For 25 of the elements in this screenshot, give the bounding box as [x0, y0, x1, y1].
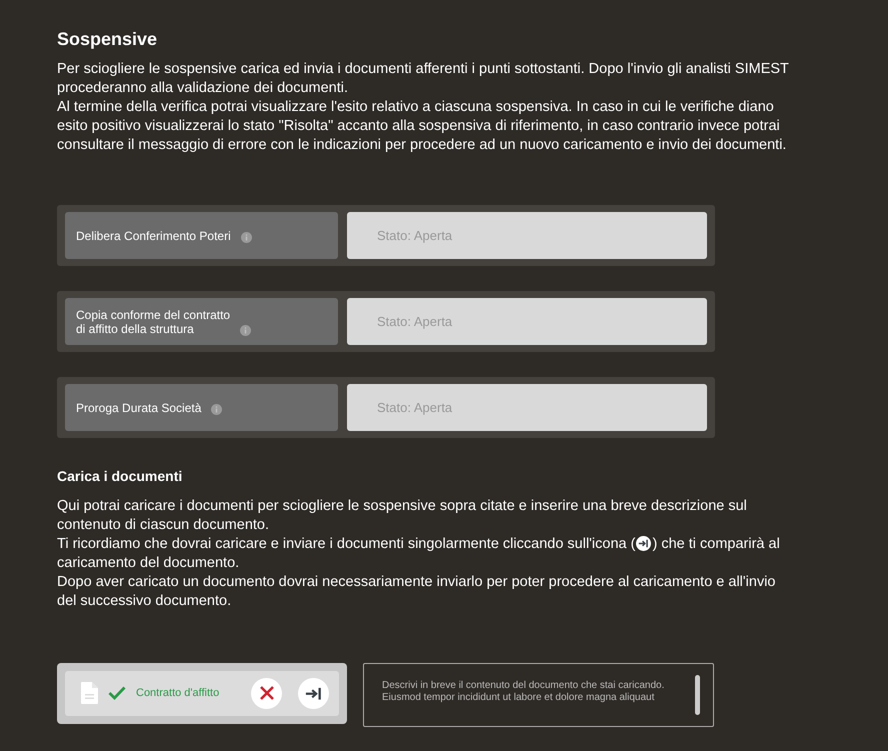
sospensiva-label: Delibera Conferimento Poteri: [76, 228, 231, 242]
document-icon: [81, 682, 98, 704]
paragraph: Ti ricordiamo che dovrai caricare e inviare i documenti singolarmente cliccando sull'icona ( ) che ti comparirà al caricamento del documento.: [57, 534, 781, 573]
close-icon: [258, 685, 274, 702]
send-icon: [636, 536, 652, 551]
paragraph: Al termine della verifica potrai visualizzare l'esito relativo a ciascuna sospensiva. In caso in cui le verifiche diano esito positivo visualizzerai lo stato "Risolta" accanto alla sospensiva di riferimento, in caso contrario invece potrai consultare il messaggio di errore con le indicazioni per procedere ad un nuovo caricamento e invio dei documenti.: [57, 98, 788, 155]
paragraph: Qui potrai caricare i documenti per sciogliere le sospensive sopra citate e inserire una breve descrizione sul contenuto di ciascun documento.: [57, 496, 748, 535]
sospensiva-label: Copia conforme del contratto di affitto della struttura: [76, 308, 230, 336]
info-icon[interactable]: [211, 404, 222, 414]
info-icon[interactable]: [240, 232, 252, 242]
send-button[interactable]: [298, 678, 329, 709]
section-subtitle: Carica i documenti: [57, 468, 184, 485]
send-icon: [304, 686, 322, 700]
paragraph: Per sciogliere le sospensive carica ed invia i documenti afferenti i punti sottostanti. Dopo l'invio gli analisti SIMEST procederanno alla validazione dei documenti.: [57, 60, 790, 98]
remove-button[interactable]: [251, 678, 282, 709]
sospensiva-label: Proroga Durata Società: [76, 400, 202, 414]
paragraph: Dopo aver caricato un documento dovrai necessariamente inviarlo per poter procedere al caricamento e all'invio del successivo documento.: [57, 572, 776, 611]
info-icon[interactable]: [240, 324, 252, 336]
file-name: Contratto d'affitto: [136, 686, 220, 701]
section-title: Sospensive: [57, 28, 158, 50]
scrollbar-thumb[interactable]: [695, 674, 700, 715]
description-field[interactable]: Descrivi in breve il contenuto del documento che stai caricando. Eiusmod tempor incididunt ut labore et dolore magna aliquaut: [363, 662, 714, 727]
status-text: Stato: Aperta: [377, 399, 452, 417]
status-text: Stato: Aperta: [377, 313, 452, 331]
status-text: Stato: Aperta: [377, 227, 452, 245]
